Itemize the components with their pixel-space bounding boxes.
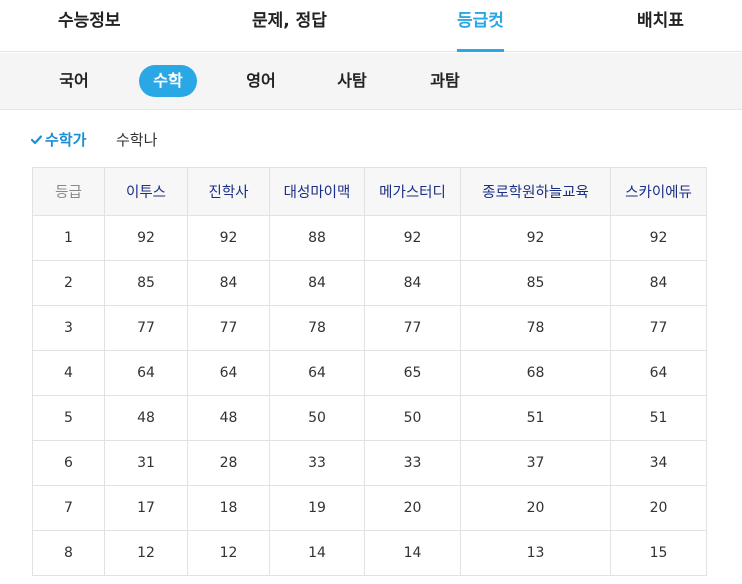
cut-score-cell: 77 bbox=[610, 305, 707, 351]
table-row: 8 12 12 14 14 13 15 bbox=[32, 530, 707, 576]
cut-score-cell: 51 bbox=[460, 395, 611, 441]
column-header-etoos: 이투스 bbox=[104, 167, 188, 216]
cut-score-cell: 92 bbox=[364, 215, 461, 261]
column-header-daesung: 대성마이맥 bbox=[269, 167, 365, 216]
cut-score-cell: 64 bbox=[187, 350, 270, 396]
cut-score-cell: 20 bbox=[364, 485, 461, 531]
grade-cell: 7 bbox=[32, 485, 105, 531]
cut-score-cell: 48 bbox=[187, 395, 270, 441]
grade-cell: 4 bbox=[32, 350, 105, 396]
cut-score-cell: 77 bbox=[104, 305, 188, 351]
cut-score-cell: 92 bbox=[104, 215, 188, 261]
subject-tab-math[interactable]: 수학 bbox=[139, 65, 197, 97]
column-header-jongro: 종로학원하늘교육 bbox=[460, 167, 611, 216]
cut-score-cell: 77 bbox=[187, 305, 270, 351]
cut-score-cell: 14 bbox=[269, 530, 365, 576]
grade-cell: 6 bbox=[32, 440, 105, 486]
cut-score-cell: 84 bbox=[187, 260, 270, 306]
column-header-megastudy: 메가스터디 bbox=[364, 167, 461, 216]
cut-score-cell: 18 bbox=[187, 485, 270, 531]
column-header-jinhak: 진학사 bbox=[187, 167, 270, 216]
cut-score-cell: 12 bbox=[104, 530, 188, 576]
math-type-na[interactable]: 수학나 bbox=[116, 128, 157, 152]
cut-score-cell: 28 bbox=[187, 440, 270, 486]
cut-score-cell: 51 bbox=[610, 395, 707, 441]
table-row: 2 85 84 84 84 85 84 bbox=[32, 260, 707, 306]
cut-score-cell: 64 bbox=[104, 350, 188, 396]
grade-cut-table-container: 등급 이투스 진학사 대성마이맥 메가스터디 종로학원하늘교육 스카이에듀 19… bbox=[32, 167, 707, 576]
cut-score-cell: 92 bbox=[610, 215, 707, 261]
cut-score-cell: 33 bbox=[364, 440, 461, 486]
grade-cell: 5 bbox=[32, 395, 105, 441]
tab-exam-info[interactable]: 수능정보 bbox=[58, 0, 121, 52]
cut-score-cell: 50 bbox=[364, 395, 461, 441]
math-type-ga[interactable]: 수학가 bbox=[30, 128, 87, 152]
check-icon bbox=[30, 128, 43, 152]
table-row: 6 31 28 33 33 37 34 bbox=[32, 440, 707, 486]
subject-tab-social-studies[interactable]: 사탐 bbox=[334, 65, 370, 97]
table-row: 1 92 92 88 92 92 92 bbox=[32, 215, 707, 261]
tab-questions-answers[interactable]: 문제, 정답 bbox=[252, 0, 327, 52]
cut-score-cell: 20 bbox=[460, 485, 611, 531]
math-type-na-label: 수학나 bbox=[116, 131, 158, 149]
math-type-ga-label: 수학가 bbox=[45, 131, 87, 149]
tab-grade-cut[interactable]: 등급컷 bbox=[457, 0, 504, 52]
subject-tabs: 국어 수학 영어 사탐 과탐 bbox=[0, 53, 742, 110]
cut-score-cell: 17 bbox=[104, 485, 188, 531]
cut-score-cell: 12 bbox=[187, 530, 270, 576]
cut-score-cell: 48 bbox=[104, 395, 188, 441]
grade-cell: 8 bbox=[32, 530, 105, 576]
cut-score-cell: 77 bbox=[364, 305, 461, 351]
cut-score-cell: 31 bbox=[104, 440, 188, 486]
cut-score-cell: 14 bbox=[364, 530, 461, 576]
cut-score-cell: 64 bbox=[610, 350, 707, 396]
cut-score-cell: 85 bbox=[104, 260, 188, 306]
cut-score-cell: 33 bbox=[269, 440, 365, 486]
table-row: 5 48 48 50 50 51 51 bbox=[32, 395, 707, 441]
table-row: 3 77 77 78 77 78 77 bbox=[32, 305, 707, 351]
cut-score-cell: 84 bbox=[610, 260, 707, 306]
subject-tab-korean[interactable]: 국어 bbox=[56, 65, 92, 97]
cut-score-cell: 64 bbox=[269, 350, 365, 396]
top-nav: 수능정보 문제, 정답 등급컷 배치표 bbox=[0, 0, 742, 52]
grade-cell: 2 bbox=[32, 260, 105, 306]
cut-score-cell: 34 bbox=[610, 440, 707, 486]
table-header-row: 등급 이투스 진학사 대성마이맥 메가스터디 종로학원하늘교육 스카이에듀 bbox=[32, 167, 707, 216]
grade-cell: 3 bbox=[32, 305, 105, 351]
cut-score-cell: 37 bbox=[460, 440, 611, 486]
cut-score-cell: 13 bbox=[460, 530, 611, 576]
column-header-grade: 등급 bbox=[32, 167, 105, 216]
table-row: 7 17 18 19 20 20 20 bbox=[32, 485, 707, 531]
cut-score-cell: 84 bbox=[364, 260, 461, 306]
grade-cell: 1 bbox=[32, 215, 105, 261]
cut-score-cell: 78 bbox=[269, 305, 365, 351]
cut-score-cell: 85 bbox=[460, 260, 611, 306]
cut-score-cell: 19 bbox=[269, 485, 365, 531]
cut-score-cell: 50 bbox=[269, 395, 365, 441]
table-row: 4 64 64 64 65 68 64 bbox=[32, 350, 707, 396]
tab-placement-chart[interactable]: 배치표 bbox=[637, 0, 684, 52]
cut-score-cell: 78 bbox=[460, 305, 611, 351]
cut-score-cell: 84 bbox=[269, 260, 365, 306]
cut-score-cell: 92 bbox=[187, 215, 270, 261]
table-body: 1 92 92 88 92 92 92 2 85 84 84 84 85 84 3 77 77 78 77 78 77 4… bbox=[32, 215, 707, 576]
cut-score-cell: 65 bbox=[364, 350, 461, 396]
cut-score-cell: 92 bbox=[460, 215, 611, 261]
column-header-skyedu: 스카이에듀 bbox=[610, 167, 707, 216]
grade-cut-table: 등급 이투스 진학사 대성마이맥 메가스터디 종로학원하늘교육 스카이에듀 19… bbox=[32, 167, 707, 576]
cut-score-cell: 15 bbox=[610, 530, 707, 576]
cut-score-cell: 68 bbox=[460, 350, 611, 396]
subject-tab-science[interactable]: 과탐 bbox=[427, 65, 463, 97]
cut-score-cell: 88 bbox=[269, 215, 365, 261]
cut-score-cell: 20 bbox=[610, 485, 707, 531]
subject-tab-english[interactable]: 영어 bbox=[243, 65, 279, 97]
